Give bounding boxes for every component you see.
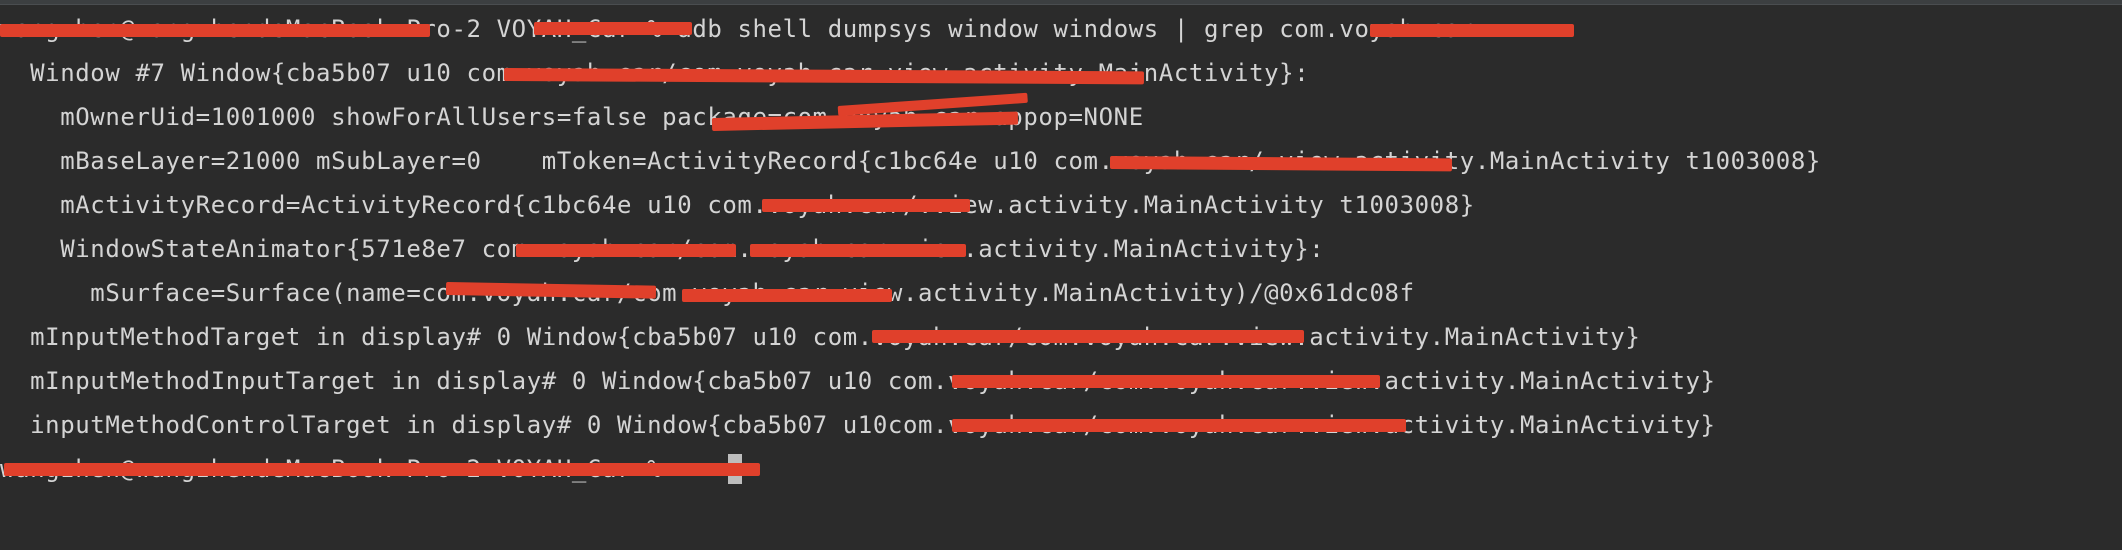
output-line: mInputMethodInputTarget in display# 0 Wi… — [0, 367, 1716, 395]
output-line: mInputMethodTarget in display# 0 Window{… — [0, 323, 1641, 351]
terminal-top-border — [0, 0, 2122, 5]
redaction-mark — [1109, 156, 1453, 172]
redaction-mark — [872, 330, 1304, 343]
redaction-mark — [1370, 24, 1574, 37]
redaction-mark — [952, 419, 1406, 432]
redaction-mark — [516, 244, 736, 257]
redaction-mark — [4, 463, 760, 476]
redaction-mark — [682, 289, 892, 302]
redaction-mark — [750, 244, 966, 257]
redaction-mark — [534, 22, 692, 35]
output-line: inputMethodControlTarget in display# 0 W… — [0, 411, 1716, 439]
output-line: mBaseLayer=21000 mSubLayer=0 mToken=Acti… — [0, 147, 1821, 175]
redaction-mark — [762, 199, 970, 212]
terminal-window[interactable]: wangzhen@wangzhendeMacBook-Pro-2 VOYAH_C… — [0, 0, 2122, 550]
output-line: mActivityRecord=ActivityRecord{c1bc64e u… — [0, 191, 1475, 219]
redaction-mark — [0, 24, 430, 37]
redaction-mark — [952, 375, 1380, 388]
command-text: adb shell dumpsys window windows | grep … — [677, 15, 1475, 43]
